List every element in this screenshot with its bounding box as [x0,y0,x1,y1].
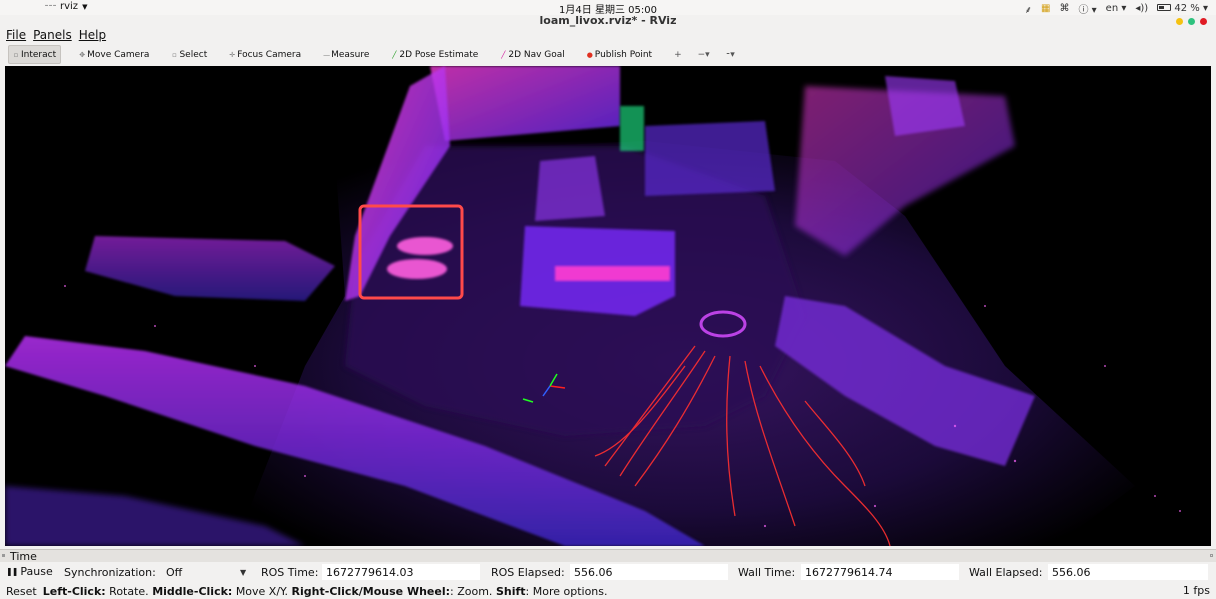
shift-hint: : More options. [525,584,608,598]
fps-counter: 1 fps [1182,584,1210,597]
middle-click-hint: Move X/Y. [235,584,289,598]
menu-help-label: Help [78,28,107,42]
focus-camera-icon: ✛ [229,50,236,59]
options-dropdown-icon: ⁃▾ [725,49,735,60]
sync-value: Off [166,565,183,579]
time-panel-header: Time [0,549,1216,563]
tool-select-label: Select [179,49,208,60]
menu-panels[interactable]: Panels [33,28,72,43]
menu-file[interactable]: File [6,28,26,43]
tool-focus-camera-label: Focus Camera [237,49,302,60]
ros-elapsed-field[interactable]: 556.06 [570,564,728,580]
point-cloud-render [5,66,1181,546]
nav-goal-icon: ╱ [501,50,506,59]
tool-measure-label: Measure [331,49,370,60]
sync-label: Synchronization: [64,566,156,579]
battery-indicator[interactable]: 42 % ▾ [1157,3,1208,14]
tool-move-camera[interactable]: ✥ Move Camera [75,45,153,64]
add-tool-button[interactable]: + [670,45,686,64]
battery-label: 42 % [1174,3,1200,14]
maximize-button[interactable] [1188,18,1195,25]
window-title: loam_livox.rviz* - RViz [539,14,677,27]
vehicle-1 [397,237,453,255]
tool-move-camera-label: Move Camera [87,49,150,60]
wall-time-label: Wall Time: [738,566,796,579]
planter-highlight [555,266,670,281]
battery-icon [1157,4,1172,11]
system-top-bar: ⁃⁃⁃ rviz ▼ 1月4日 星期三 05:00 ⸙ ▦ ⌘ ⓘ ▾ en ▾… [0,0,1216,16]
ros-time-label: ROS Time: [261,566,319,579]
tool-select[interactable]: ▫ Select [167,45,211,64]
pause-icon: ❚❚ [6,567,18,576]
right-building [645,121,775,196]
minus-dropdown-icon: −▾ [697,49,710,60]
sync-select[interactable]: Off ▼ [162,564,254,580]
chevron-down-icon: ▼ [240,567,247,577]
left-click-hint-key: Left-Click: [42,584,106,598]
status-bar: Reset Left-Click: Rotate. Middle-Click: … [0,583,1216,599]
shift-hint-key: Shift [495,584,526,598]
back-building [430,66,620,141]
left-structure [85,236,335,301]
middle-click-hint-key: Middle-Click: [152,584,233,598]
move-camera-icon: ✥ [79,50,86,59]
tool-2d-nav-goal-label: 2D Nav Goal [508,49,565,60]
pause-label: Pause [20,565,53,578]
tool-interact-label: Interact [21,49,57,60]
minimize-button[interactable] [1176,18,1183,25]
menu-file-label: File [6,28,27,42]
interact-icon: ▫ [13,50,19,59]
menu-panels-label: Panels [33,28,72,42]
ros-elapsed-label: ROS Elapsed: [491,566,565,579]
close-button[interactable] [1200,18,1207,25]
language-label: en [1105,3,1119,14]
time-panel-title: Time [10,549,37,563]
wall-time-field[interactable]: 1672779614.74 [801,564,959,580]
pose-estimate-icon: ╱ [392,50,397,59]
command-icon[interactable]: ⌘ [1059,3,1069,14]
window-controls [1176,18,1207,25]
vehicle-2 [387,259,447,279]
right-click-hint: : Zoom. [450,584,493,598]
ros-time-field[interactable]: 1672779614.03 [322,564,480,580]
publish-point-icon: ● [586,50,593,59]
tool-measure[interactable]: — Measure [319,45,373,64]
reset-button[interactable]: Reset [6,585,37,598]
render-viewport[interactable] [5,66,1211,546]
tool-focus-camera[interactable]: ✛ Focus Camera [225,45,305,64]
app-indicator-icon[interactable]: ▦ [1041,3,1050,14]
tool-options-button[interactable]: ⁃▾ [722,45,739,64]
center-planter-top [535,156,605,221]
volume-icon[interactable]: ◂)) [1135,3,1148,14]
measure-icon: — [323,50,331,59]
pause-button[interactable]: ❚❚ Pause [6,565,53,578]
right-dock-edge[interactable] [1211,66,1216,546]
select-icon: ▫ [172,50,177,59]
tool-publish-point-label: Publish Point [594,49,653,60]
menu-help[interactable]: Help [79,28,106,43]
left-click-hint: Rotate. [109,584,149,598]
tool-2d-nav-goal[interactable]: ╱ 2D Nav Goal [496,45,568,64]
right-click-hint-key: Right-Click/Mouse Wheel: [291,584,451,598]
plus-icon: + [674,49,682,60]
language-selector[interactable]: en ▾ [1106,3,1127,14]
right-tower [885,76,965,136]
tool-2d-pose-estimate-label: 2D Pose Estimate [399,49,479,60]
tool-publish-point[interactable]: ● Publish Point [583,45,656,64]
tools-toolbar: ▫ Interact ✥ Move Camera ▫ Select ✛ Focu… [0,44,1216,65]
time-panel-row: ❚❚ Pause Synchronization: Off ▼ ROS Time… [0,564,1216,581]
wall-elapsed-label: Wall Elapsed: [969,566,1043,579]
panel-grip-icon[interactable] [2,554,5,557]
tool-interact[interactable]: ▫ Interact [8,45,62,64]
menubar: File Panels Help [0,28,1216,43]
panel-float-icon[interactable] [1210,554,1213,557]
wall-elapsed-field[interactable]: 556.06 [1048,564,1208,580]
remove-tool-button[interactable]: −▾ [694,45,714,64]
green-wall-segment [620,106,644,151]
tool-2d-pose-estimate[interactable]: ╱ 2D Pose Estimate [387,45,482,64]
